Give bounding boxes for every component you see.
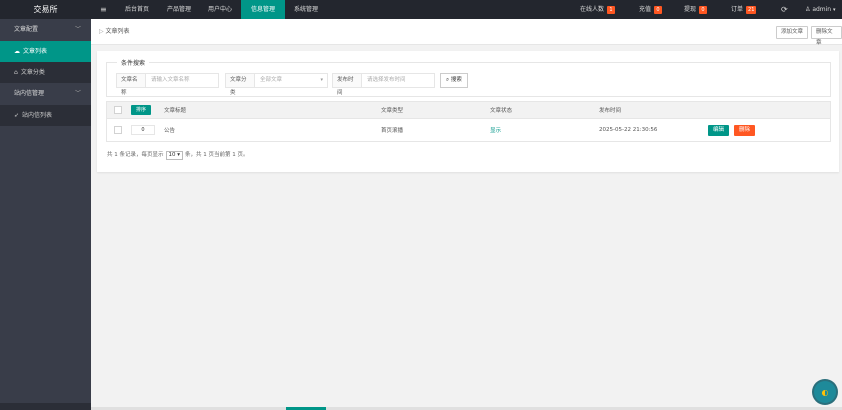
sidebar-item-label: 文章分类 [20, 69, 45, 76]
nav-tab-products[interactable]: 产品管理 [159, 0, 199, 19]
add-article-button[interactable]: 添加文章 [776, 26, 809, 39]
chat-bubble-icon[interactable]: ◐ [814, 381, 836, 403]
user-name: admin [812, 6, 832, 13]
sidebar-group-label: 站内信管理 [14, 90, 45, 97]
sidebar-group-messages[interactable]: 站内信管理 ﹀ [0, 83, 91, 105]
article-category-value: 全部文章 [260, 77, 283, 83]
chevron-down-icon: ▾ [177, 152, 181, 158]
sidebar-footer [0, 403, 91, 410]
search-panel-title: 条件搜索 [117, 58, 150, 67]
select-all-checkbox[interactable] [114, 106, 122, 114]
withdraw-label: 提现 [684, 6, 697, 13]
sidebar-item-message-list[interactable]: ➶ 站内信列表 [0, 105, 91, 126]
chevron-down-icon: ﹀ [74, 90, 81, 97]
tab-bar: ▷ 文章列表 添加文章 删除文章 [91, 19, 842, 46]
nav-tab-users[interactable]: 用户中心 [199, 0, 241, 19]
column-header-title: 文章标题 [164, 108, 187, 114]
chevron-down-icon: ▾ [833, 7, 836, 13]
row-title: 公告 [164, 128, 176, 134]
article-table: 排序 文章标题 文章类型 文章状态 发布时间 0 公告 首页滚播 显示 2025… [106, 101, 831, 142]
orders-count[interactable]: 订单 21 [731, 0, 757, 19]
page-size-value: 10 [168, 152, 176, 158]
sidebar-group-label: 文章配置 [14, 26, 39, 33]
sort-header-cell: 排序 [131, 102, 152, 118]
menu-icon[interactable]: ≡ [100, 0, 107, 19]
online-count[interactable]: 在线人数 1 [580, 0, 616, 19]
sort-order-input[interactable]: 0 [131, 125, 155, 135]
article-name-input[interactable]: 请输入文章名称 [145, 73, 219, 88]
sidebar-item-label: 文章列表 [23, 48, 48, 55]
chevron-down-icon: ﹀ [74, 26, 81, 33]
delete-button[interactable]: 删除 [734, 124, 756, 136]
row-status: 显示 [490, 128, 502, 134]
online-label: 在线人数 [580, 6, 605, 13]
app-logo: 交易所 [33, 5, 58, 14]
refresh-icon[interactable]: ⟳ [781, 0, 788, 19]
pager-suffix: 条，共 1 页当前第 1 页。 [185, 152, 249, 158]
row-actions: 编辑 删除 [708, 119, 756, 141]
select-all-cell [114, 102, 122, 118]
sidebar-item-article-list[interactable]: ☁ 文章列表 [0, 41, 91, 62]
sidebar-group-articles[interactable]: 文章配置 ﹀ [0, 19, 91, 41]
page-size-select[interactable]: 10 ▾ [165, 151, 184, 160]
row-category: 首页滚播 [381, 128, 404, 134]
breadcrumb-current[interactable]: 文章列表 [106, 28, 130, 35]
chevron-down-icon: ▾ [320, 77, 323, 83]
nav-tab-home[interactable]: 后台首页 [115, 0, 159, 19]
publish-date-label: 发布时间 [332, 73, 361, 96]
search-button[interactable]: ⌕ 搜索 [440, 73, 468, 88]
play-icon: ▷ [99, 28, 104, 35]
column-header-category: 文章类型 [381, 108, 404, 114]
row-select-cell [114, 119, 122, 141]
article-category-label: 文章分类 [225, 73, 254, 96]
article-category-select[interactable]: 全部文章 ▾ [254, 73, 328, 88]
withdraw-count[interactable]: 提现 0 [684, 0, 708, 19]
search-icon: ⌕ [446, 77, 450, 83]
row-date: 2025-05-22 21:30:56 [599, 127, 658, 133]
user-menu[interactable]: ♙ admin ▾ [805, 0, 836, 19]
table-row: 0 公告 首页滚播 显示 2025-05-22 21:30:56 编辑 删除 [106, 119, 831, 142]
sidebar-item-label: 站内信列表 [22, 112, 53, 119]
pager-prefix: 共 1 条记录，每页显示 [107, 152, 164, 158]
sort-button[interactable]: 排序 [131, 105, 152, 115]
breadcrumb: ▷ 文章列表 [99, 19, 130, 45]
cloud-icon: ☁ [14, 48, 20, 55]
search-panel: 条件搜索 文章名称 请输入文章名称 文章分类 全部文章 ▾ 发布时间 请选择发布… [106, 58, 831, 97]
edit-button[interactable]: 编辑 [708, 124, 730, 136]
withdraw-badge: 0 [699, 5, 708, 14]
recharge-label: 充值 [639, 6, 652, 13]
tag-icon: ⌂ [14, 69, 18, 76]
nav-tab-info[interactable]: 信息管理 [241, 0, 285, 19]
send-icon: ➶ [14, 112, 20, 119]
sidebar: 文章配置 ﹀ ☁ 文章列表 ⌂ 文章分类 站内信管理 ﹀ ➶ 站内信列表 [0, 19, 91, 410]
delete-article-button[interactable]: 删除文章 [811, 26, 842, 46]
orders-label: 订单 [731, 6, 744, 13]
row-sort-cell: 0 [131, 119, 155, 141]
column-header-status: 文章状态 [490, 108, 513, 114]
table-header: 排序 文章标题 文章类型 文章状态 发布时间 [106, 101, 831, 119]
orders-badge: 21 [746, 5, 757, 14]
recharge-count[interactable]: 充值 0 [639, 0, 663, 19]
publish-date-input[interactable]: 请选择发布时间 [361, 73, 435, 88]
top-bar: 交易所 ≡ 后台首页 产品管理 用户中心 信息管理 系统管理 在线人数 1 充值 0… [0, 0, 842, 19]
row-checkbox[interactable] [114, 126, 122, 134]
column-header-date: 发布时间 [599, 108, 622, 114]
recharge-badge: 0 [654, 5, 663, 14]
online-badge: 1 [607, 5, 616, 14]
user-icon: ♙ [805, 6, 811, 13]
nav-tab-system[interactable]: 系统管理 [285, 0, 327, 19]
content-card: 条件搜索 文章名称 请输入文章名称 文章分类 全部文章 ▾ 发布时间 请选择发布… [97, 51, 839, 172]
sidebar-item-article-category[interactable]: ⌂ 文章分类 [0, 62, 91, 83]
article-name-label: 文章名称 [116, 73, 145, 96]
pagination: 共 1 条记录，每页显示 10 ▾ 条，共 1 页当前第 1 页。 [107, 151, 249, 160]
search-button-label: 搜索 [450, 77, 462, 83]
